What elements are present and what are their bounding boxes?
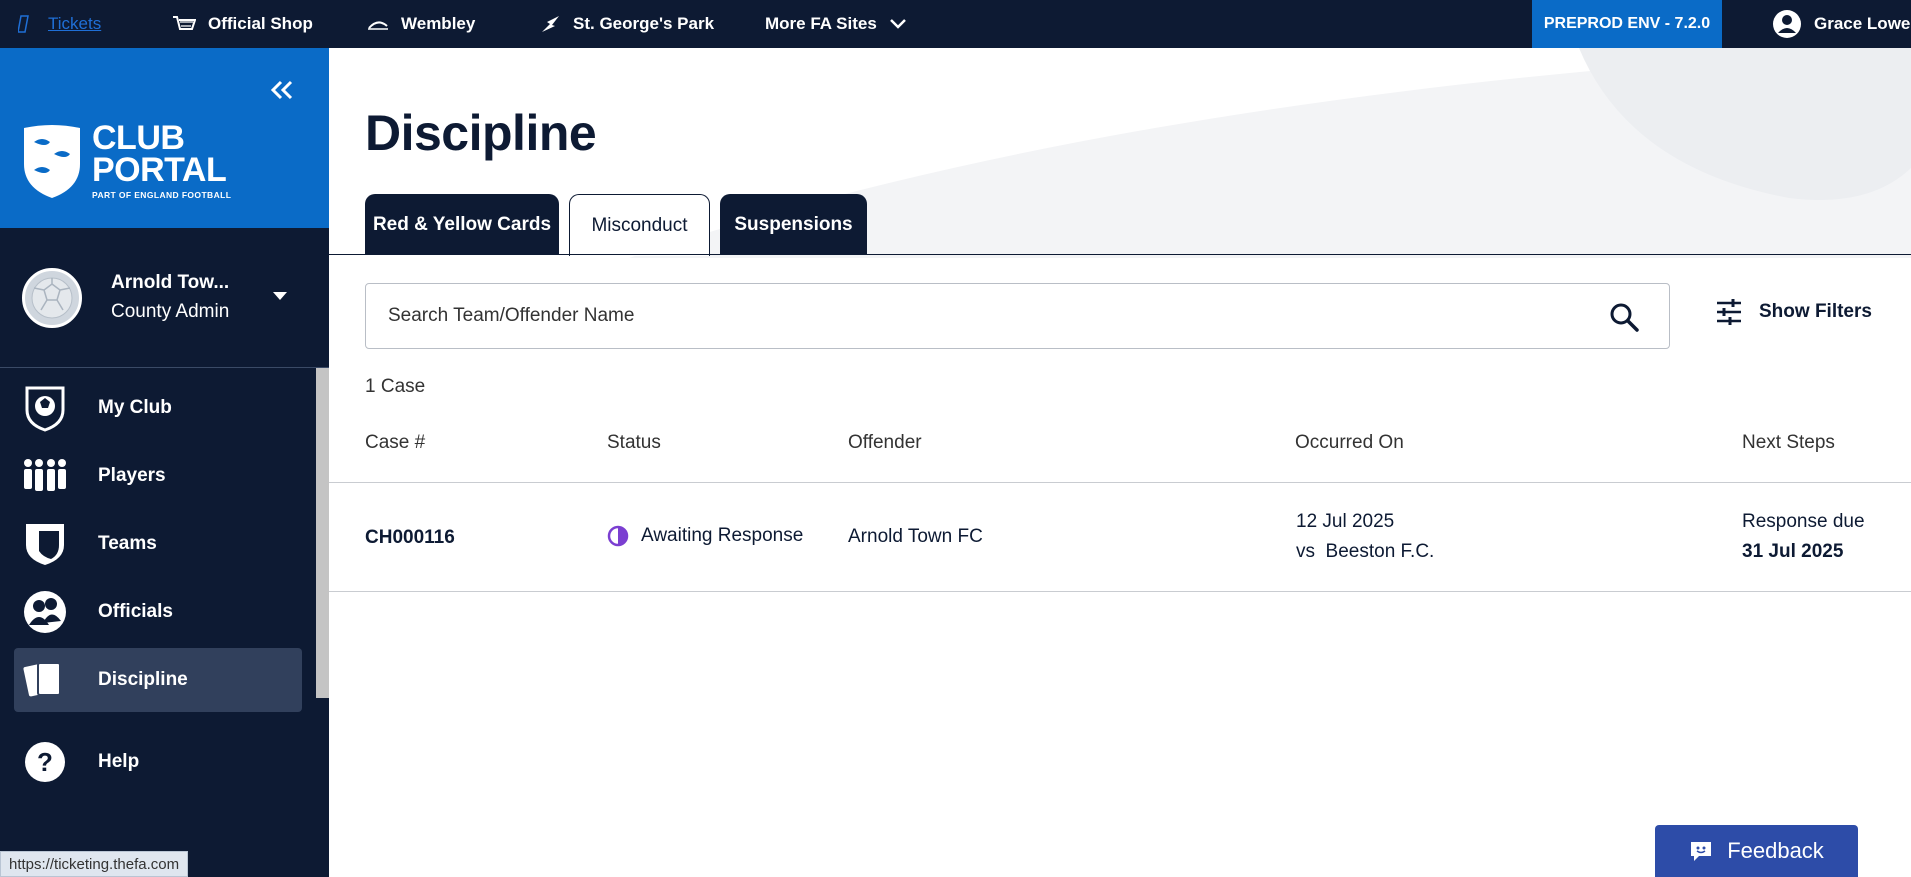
table-row-divider	[329, 591, 1911, 592]
page-title: Discipline	[365, 105, 597, 161]
more-fa-sites-dropdown[interactable]: More FA Sites	[765, 0, 919, 48]
half-circle-status-icon	[607, 525, 629, 547]
sidebar-item-label: Teams	[98, 533, 157, 554]
caret-down-icon	[273, 292, 287, 300]
smiley-chat-icon	[1691, 842, 1712, 861]
double-chevron-left-icon	[270, 80, 293, 100]
st-georges-park-label: St. George's Park	[573, 14, 715, 33]
svg-text:?: ?	[37, 747, 53, 777]
players-icon	[22, 453, 68, 499]
feedback-button[interactable]: Feedback	[1655, 825, 1858, 877]
basket-icon	[173, 16, 196, 30]
brand-tagline: PART OF ENGLAND FOOTBALL	[92, 190, 232, 200]
three-lions-crest-icon	[24, 125, 80, 198]
brand-line-1: CLUB	[92, 119, 185, 157]
sidebar-item-officials[interactable]: Officials	[14, 580, 302, 644]
wembley-link[interactable]: Wembley	[367, 0, 475, 48]
user-name: Grace Lowe	[1814, 14, 1911, 33]
stadium-icon	[368, 21, 388, 30]
brand-line-2: PORTAL	[92, 151, 227, 189]
status-bar-url: https://ticketing.thefa.com	[0, 851, 189, 877]
sidebar-item-discipline[interactable]: Discipline	[14, 648, 302, 712]
sidebar-item-label: Discipline	[98, 669, 188, 690]
sidebar: CLUB PORTAL PART OF ENGLAND FOOTBALL Arn…	[0, 48, 329, 877]
column-header-occurred-on[interactable]: Occurred On	[1295, 432, 1404, 454]
tab-red-yellow-cards[interactable]: Red & Yellow Cards	[365, 194, 559, 255]
tab-suspensions[interactable]: Suspensions	[720, 194, 867, 255]
show-filters-button[interactable]: Show Filters	[1715, 298, 1872, 326]
occurred-date: 12 Jul 2025	[1296, 511, 1395, 532]
cards-icon	[22, 657, 68, 703]
column-header-offender[interactable]: Offender	[848, 432, 922, 454]
case-count: 1 Case	[365, 376, 426, 397]
user-menu[interactable]: Grace Lowe	[1772, 0, 1910, 48]
tab-divider	[329, 254, 1911, 255]
collapse-sidebar-button[interactable]	[266, 74, 298, 106]
column-header-case[interactable]: Case #	[365, 432, 425, 454]
case-number[interactable]: CH000116	[365, 527, 455, 549]
tab-misconduct[interactable]: Misconduct	[569, 194, 710, 256]
more-fa-sites-label: More FA Sites	[765, 14, 877, 33]
official-shop-label: Official Shop	[208, 14, 313, 33]
club-avatar	[22, 268, 82, 328]
main-content: Discipline Red & Yellow Cards Misconduct…	[329, 48, 1911, 877]
top-bar: Tickets Official Shop Wembley St. George…	[0, 0, 1911, 48]
brand-panel: CLUB PORTAL PART OF ENGLAND FOOTBALL	[0, 48, 329, 228]
status-badge: Awaiting Response	[607, 525, 803, 547]
official-shop-link[interactable]: Official Shop	[172, 0, 313, 48]
search-input[interactable]: Search Team/Offender Name	[365, 283, 1670, 349]
sidebar-item-players[interactable]: Players	[14, 444, 302, 508]
club-name: Arnold Tow...	[111, 272, 230, 293]
help-icon: ?	[22, 739, 68, 785]
sidebar-item-label: Help	[98, 751, 140, 772]
star-swoosh-icon	[542, 16, 559, 32]
sliders-icon	[1717, 299, 1741, 325]
officials-icon	[22, 589, 68, 635]
next-steps-date: 31 Jul 2025	[1742, 541, 1844, 562]
occurred-opponent: vs Beeston F.C.	[1296, 541, 1435, 562]
tickets-link[interactable]: Tickets	[18, 0, 101, 48]
sidebar-scrollbar-thumb[interactable]	[316, 368, 329, 698]
ticket-icon	[18, 15, 29, 33]
sidebar-item-label: Players	[98, 465, 166, 486]
football-icon	[31, 277, 73, 319]
tickets-label: Tickets	[48, 14, 102, 33]
search-placeholder: Search Team/Offender Name	[388, 305, 635, 326]
next-steps-label: Response due	[1742, 511, 1865, 532]
user-role: County Admin	[111, 301, 230, 322]
offender-name: Arnold Town FC	[848, 526, 983, 547]
sidebar-item-help[interactable]: ? Help	[14, 730, 302, 794]
wembley-label: Wembley	[401, 14, 476, 33]
show-filters-label: Show Filters	[1759, 301, 1872, 322]
search-icon[interactable]	[1609, 302, 1639, 332]
st-georges-park-link[interactable]: St. George's Park	[539, 0, 714, 48]
club-account-switcher[interactable]: Arnold Tow... County Admin	[0, 228, 329, 368]
feedback-label: Feedback	[1727, 838, 1824, 863]
sidebar-item-teams[interactable]: Teams	[14, 512, 302, 576]
column-header-status[interactable]: Status	[607, 432, 661, 454]
user-avatar-icon	[1773, 10, 1801, 38]
club-portal-logo: CLUB PORTAL PART OF ENGLAND FOOTBALL	[92, 119, 232, 200]
table-header-divider	[329, 482, 1911, 483]
club-crest-icon	[22, 385, 68, 432]
status-label: Awaiting Response	[641, 525, 804, 546]
chevron-down-icon	[889, 19, 906, 29]
sidebar-item-label: My Club	[98, 397, 172, 418]
environment-badge: PREPROD ENV - 7.2.0	[1532, 0, 1722, 48]
sidebar-item-label: Officials	[98, 601, 173, 622]
shield-icon	[22, 521, 68, 567]
column-header-next-steps[interactable]: Next Steps	[1742, 432, 1835, 454]
sidebar-item-my-club[interactable]: My Club	[14, 376, 302, 440]
